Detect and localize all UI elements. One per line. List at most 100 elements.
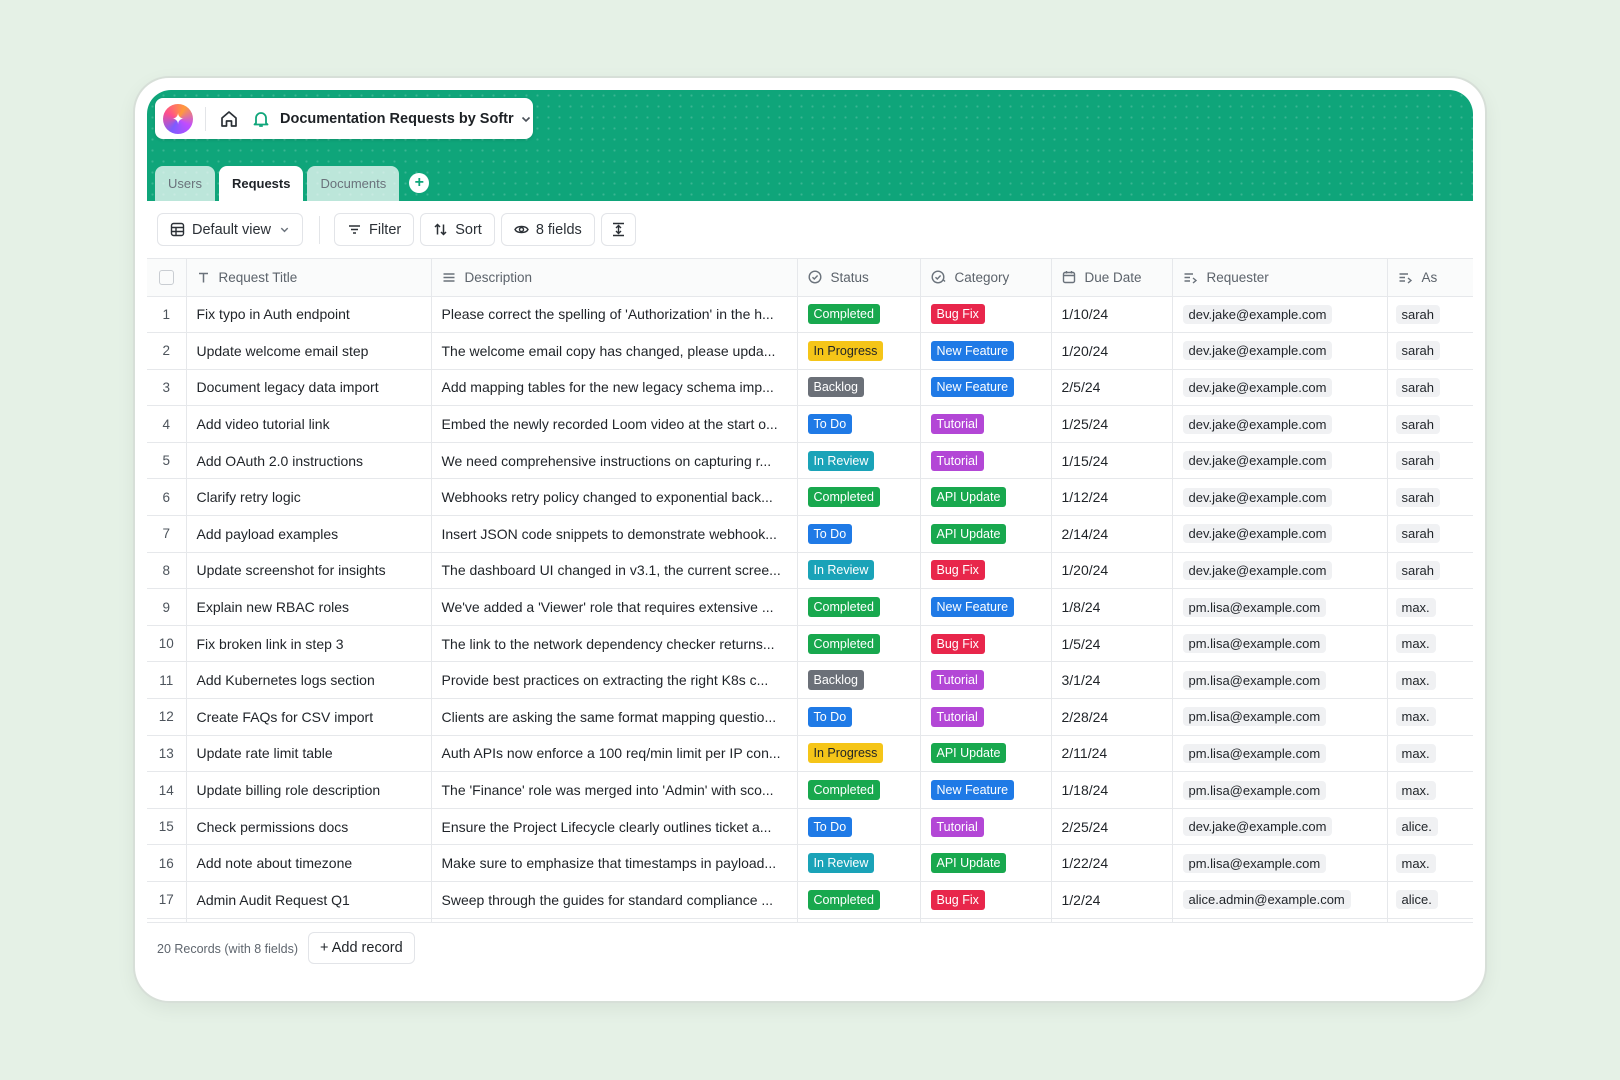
status-cell[interactable]: In Review <box>797 442 921 480</box>
category-cell[interactable]: New Feature <box>920 588 1052 626</box>
status-cell[interactable]: Backlog <box>797 661 921 700</box>
due-date-cell[interactable]: 1/5/24 <box>1051 625 1173 663</box>
table-row[interactable]: 6 Clarify retry logic Webhooks retry polic… <box>147 478 1473 517</box>
assignee-cell[interactable]: sarah <box>1387 332 1473 370</box>
requester-cell[interactable]: dev.jake@example.com <box>1172 332 1388 370</box>
description-cell[interactable]: Sweep through the guides for standard co… <box>431 881 798 919</box>
due-date-cell[interactable]: 2/14/24 <box>1051 515 1173 553</box>
status-cell[interactable]: To Do <box>797 515 921 553</box>
title-cell[interactable]: Clarify retry logic <box>186 478 432 517</box>
description-cell[interactable]: Please correct the spelling of 'Authoriz… <box>431 296 798 334</box>
filter-button[interactable]: Filter <box>333 213 415 246</box>
category-cell[interactable]: API Update <box>920 735 1052 773</box>
due-date-cell[interactable]: 1/2/24 <box>1051 881 1173 919</box>
row-number-cell[interactable]: 3 <box>147 369 187 407</box>
column-header-status[interactable]: Status <box>797 259 921 297</box>
title-cell[interactable]: Create FAQs for CSV import <box>186 698 432 736</box>
assignee-cell[interactable]: max. <box>1387 735 1473 773</box>
row-number-cell[interactable]: 5 <box>147 442 187 480</box>
category-cell[interactable]: Tutorial <box>920 808 1052 846</box>
description-cell[interactable]: The dashboard UI changed in v3.1, the cu… <box>431 552 798 590</box>
title-cell[interactable]: Admin Audit Request Q1 <box>186 881 432 919</box>
description-cell[interactable]: The link to the network dependency check… <box>431 625 798 663</box>
category-cell[interactable]: API Update <box>920 844 1052 882</box>
description-cell[interactable]: We've added a 'Viewer' role that require… <box>431 588 798 626</box>
title-cell[interactable]: Document legacy data import <box>186 369 432 407</box>
title-cell[interactable]: Add video tutorial link <box>186 405 432 443</box>
description-cell[interactable]: We need comprehensive instructions on ca… <box>431 442 798 480</box>
requester-cell[interactable]: dev.jake@example.com <box>1172 296 1388 334</box>
title-cell[interactable]: Fix typo in Auth endpoint <box>186 296 432 334</box>
column-header-description[interactable]: Description <box>431 259 798 297</box>
description-cell[interactable]: Auth APIs now enforce a 100 req/min limi… <box>431 735 798 773</box>
status-cell[interactable]: Backlog <box>797 369 921 407</box>
table-row[interactable]: 5 Add OAuth 2.0 instructions We need compr… <box>147 442 1473 480</box>
description-cell[interactable]: Webhooks retry policy changed to exponen… <box>431 478 798 517</box>
table-row[interactable]: 9 Explain new RBAC roles We've added a 'Vi… <box>147 588 1473 626</box>
category-cell[interactable]: Bug Fix <box>920 625 1052 663</box>
title-cell[interactable]: Explain new RBAC roles <box>186 588 432 626</box>
row-number-cell[interactable]: 15 <box>147 808 187 846</box>
requester-cell[interactable]: pm.lisa@example.com <box>1172 698 1388 736</box>
due-date-cell[interactable]: 1/12/24 <box>1051 478 1173 517</box>
assignee-cell[interactable]: sarah <box>1387 369 1473 407</box>
category-cell[interactable]: Tutorial <box>920 698 1052 736</box>
row-number-cell[interactable]: 7 <box>147 515 187 553</box>
due-date-cell[interactable]: 1/20/24 <box>1051 552 1173 590</box>
requester-cell[interactable]: dev.jake@example.com <box>1172 552 1388 590</box>
requester-cell[interactable]: alice.admin@example.com <box>1172 881 1388 919</box>
row-number-cell[interactable]: 17 <box>147 881 187 919</box>
assignee-cell[interactable]: sarah <box>1387 552 1473 590</box>
title-cell[interactable]: Update screenshot for insights <box>186 552 432 590</box>
table-row[interactable]: 14 Update billing role description The 'Fi… <box>147 771 1473 809</box>
requester-cell[interactable]: dev.jake@example.com <box>1172 515 1388 553</box>
requester-cell[interactable]: dev.jake@example.com <box>1172 478 1388 517</box>
requester-cell[interactable]: dev.jake@example.com <box>1172 369 1388 407</box>
requester-cell[interactable]: pm.lisa@example.com <box>1172 735 1388 773</box>
due-date-cell[interactable]: 1/22/24 <box>1051 844 1173 882</box>
row-number-cell[interactable]: 12 <box>147 698 187 736</box>
status-cell[interactable]: Completed <box>797 296 921 334</box>
add-record-button[interactable]: + Add record <box>308 932 415 964</box>
row-number-cell[interactable]: 9 <box>147 588 187 626</box>
select-all-checkbox[interactable] <box>158 270 174 286</box>
description-cell[interactable]: Provide best practices on extracting the… <box>431 661 798 700</box>
requester-cell[interactable]: pm.lisa@example.com <box>1172 771 1388 809</box>
category-cell[interactable]: API Update <box>920 515 1052 553</box>
status-cell[interactable]: To Do <box>797 808 921 846</box>
status-cell[interactable]: Completed <box>797 771 921 809</box>
due-date-cell[interactable]: 1/8/24 <box>1051 588 1173 626</box>
title-cell[interactable]: Check permissions docs <box>186 808 432 846</box>
status-cell[interactable]: In Progress <box>797 332 921 370</box>
assignee-cell[interactable]: sarah <box>1387 478 1473 517</box>
row-number-cell[interactable]: 11 <box>147 661 187 700</box>
status-cell[interactable]: Completed <box>797 881 921 919</box>
table-row[interactable]: 16 Add note about timezone Make sure to em… <box>147 844 1473 882</box>
assignee-cell[interactable]: alice. <box>1387 808 1473 846</box>
requester-cell[interactable]: pm.lisa@example.com <box>1172 661 1388 700</box>
table-row[interactable]: 10 Fix broken link in step 3 The link to t… <box>147 625 1473 663</box>
requester-cell[interactable]: dev.jake@example.com <box>1172 405 1388 443</box>
due-date-cell[interactable]: 2/11/24 <box>1051 735 1173 773</box>
due-date-cell[interactable]: 3/1/24 <box>1051 661 1173 700</box>
requester-cell[interactable]: pm.lisa@example.com <box>1172 844 1388 882</box>
assignee-cell[interactable]: sarah <box>1387 405 1473 443</box>
status-cell[interactable]: Completed <box>797 588 921 626</box>
sort-button[interactable]: Sort <box>420 213 495 246</box>
requester-cell[interactable]: dev.jake@example.com <box>1172 442 1388 480</box>
table-row[interactable]: 7 Add payload examples Insert JSON code sn… <box>147 515 1473 553</box>
requester-cell[interactable]: pm.lisa@example.com <box>1172 625 1388 663</box>
column-header-requester[interactable]: Requester <box>1172 259 1388 297</box>
due-date-cell[interactable]: 1/10/24 <box>1051 296 1173 334</box>
requester-cell[interactable]: pm.lisa@example.com <box>1172 588 1388 626</box>
table-row[interactable]: 8 Update screenshot for insights The dashb… <box>147 552 1473 590</box>
requester-cell[interactable]: dev.jake@example.com <box>1172 808 1388 846</box>
status-cell[interactable]: In Review <box>797 844 921 882</box>
add-table-button[interactable]: + <box>409 173 430 193</box>
status-cell[interactable]: Completed <box>797 478 921 517</box>
column-header-assignee[interactable]: As <box>1387 259 1473 297</box>
category-cell[interactable]: New Feature <box>920 369 1052 407</box>
status-cell[interactable]: To Do <box>797 405 921 443</box>
assignee-cell[interactable]: alice. <box>1387 881 1473 919</box>
row-height-button[interactable] <box>600 213 636 246</box>
